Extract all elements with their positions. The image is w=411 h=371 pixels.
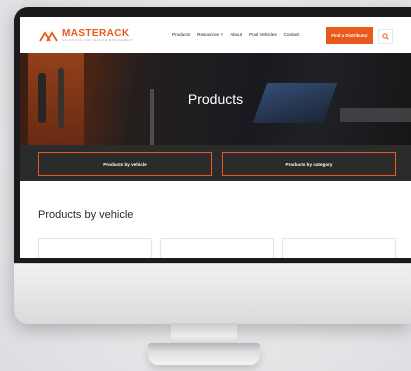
- monitor-stand-foot: [148, 343, 260, 365]
- nav-item-about[interactable]: About: [230, 32, 242, 37]
- nav-item-contact[interactable]: Contact: [284, 32, 300, 37]
- monitor-stand-neck: [171, 323, 237, 345]
- monitor-chin: [14, 263, 411, 324]
- vehicle-card[interactable]: [38, 238, 152, 258]
- website-screen: MASTERACK SOLUTIONS FOR VEHICLE MANAGEME…: [20, 17, 411, 258]
- products-by-vehicle-button[interactable]: Products by vehicle: [38, 152, 212, 176]
- main-menu: Products Resources ˅ About Pool Vehicles…: [172, 32, 307, 37]
- hero-banner: Products: [20, 53, 411, 145]
- nav-item-products[interactable]: Products: [172, 32, 190, 37]
- nav-item-resources[interactable]: Resources ˅: [197, 32, 223, 37]
- section-title: Products by vehicle: [38, 209, 134, 221]
- hero-title: Products: [187, 91, 244, 107]
- vehicle-card[interactable]: [282, 238, 396, 258]
- logo-name: MASTERACK: [62, 28, 130, 39]
- search-icon: [382, 33, 389, 40]
- nav-item-pool-vehicles[interactable]: Pool Vehicles: [249, 32, 277, 37]
- logo-tagline: SOLUTIONS FOR VEHICLE MANAGEMENT: [62, 39, 134, 42]
- category-band: Products by vehicle Products by category: [20, 145, 411, 181]
- products-by-category-button[interactable]: Products by category: [222, 152, 396, 176]
- search-button[interactable]: [378, 29, 393, 44]
- logo-mark-icon: [39, 31, 58, 42]
- vehicle-card[interactable]: [160, 238, 274, 258]
- find-distributor-button[interactable]: Find a Distributor: [326, 27, 373, 44]
- top-navigation: MASTERACK SOLUTIONS FOR VEHICLE MANAGEME…: [20, 17, 411, 53]
- hero-drawer: [340, 108, 411, 122]
- site-logo[interactable]: MASTERACK SOLUTIONS FOR VEHICLE MANAGEME…: [39, 29, 134, 43]
